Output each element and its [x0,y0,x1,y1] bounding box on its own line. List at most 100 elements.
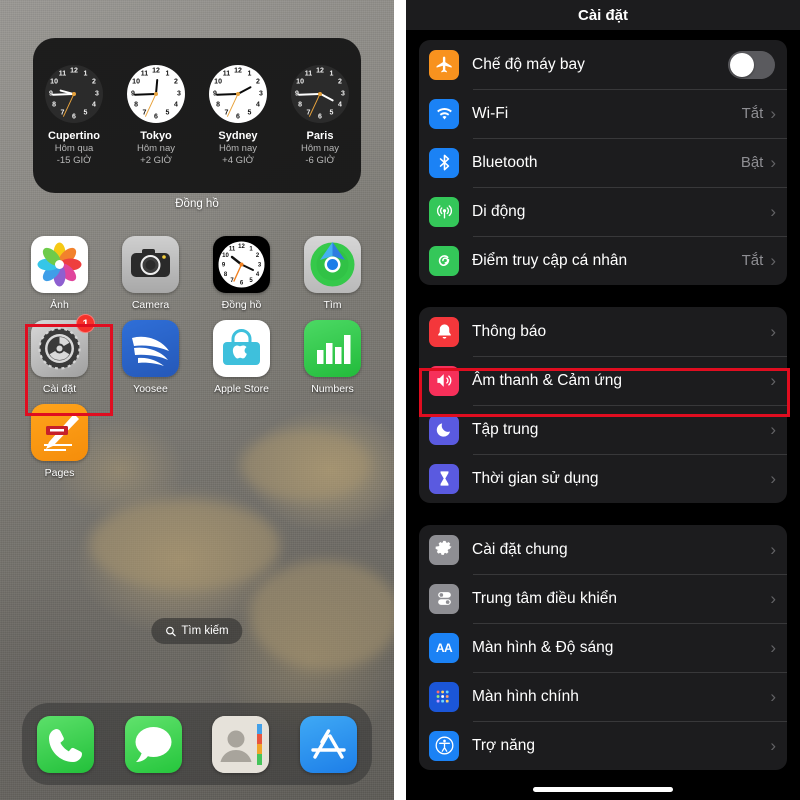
clock-numeral: 8 [134,101,139,109]
dock [22,703,372,785]
app-label: Numbers [311,383,354,395]
settings-group-general: Cài đặt chung › Trung tâm điều khiển › A… [419,525,787,770]
app-label: Yoosee [133,383,168,395]
moon-icon [429,414,459,445]
hotspot-icon [429,245,459,276]
settings-row-value: Bật [740,154,764,171]
cellular-icon [429,196,459,227]
app-yoosee[interactable]: Yoosee [105,312,196,396]
clock-numeral: 5 [83,109,88,117]
panel-divider [394,0,406,800]
wallpaper-deer-shape [250,560,394,670]
clock-numeral: 11 [222,70,231,78]
clock-numeral: 10 [214,78,222,86]
chevron-right-icon: › [770,420,776,439]
settings-row-label: Bluetooth [472,153,538,171]
ios-settings-screen: Cài đặt Chế độ máy bay Wi-Fi Tắt › Bluet… [406,0,800,800]
clock-numeral: 2 [173,78,178,86]
settings-row-airplane-mode[interactable]: Chế độ máy bay [419,40,787,89]
settings-row-notifications[interactable]: Thông báo › [419,307,787,356]
clock-numeral: 10 [296,78,304,86]
clock-city: Sydney [218,129,258,142]
chevron-right-icon: › [770,540,776,559]
clock-numeral: 6 [154,113,158,120]
app-label: Ảnh [50,299,69,311]
app-store-icon[interactable] [299,715,357,773]
app-camera[interactable]: Camera [105,228,196,312]
settings-row-wifi[interactable]: Wi-Fi Tắt › [419,89,787,138]
clock-numeral: 5 [165,109,170,117]
chevron-right-icon: › [770,153,776,172]
settings-row-cellular[interactable]: Di động › [419,187,787,236]
widget-label: Đồng hồ [175,198,219,210]
bell-icon [429,316,459,347]
clock-offset: +4 GIỜ [222,154,254,166]
accessibility-icon [429,730,459,761]
messages-icon[interactable] [124,715,182,773]
airplane-mode-toggle[interactable] [728,50,775,79]
contacts-icon[interactable] [212,715,270,773]
home-indicator[interactable] [533,787,673,792]
chevron-right-icon: › [770,687,776,706]
app-numbers[interactable]: Numbers [287,312,378,396]
clock-day: Hôm nay [136,142,175,154]
settings-row-label: Chế độ máy bay [472,55,585,73]
settings-nav-bar: Cài đặt [406,0,800,30]
wifi-icon [429,98,459,129]
settings-row-accessibility[interactable]: Trợ năng › [419,721,787,770]
clock-face: 12 1 2 3 4 5 6 7 8 9 10 11 [209,64,267,123]
clock-face: 12 1 2 3 4 5 6 7 8 9 10 11 [127,64,185,123]
settings-row-control-center[interactable]: Trung tâm điều khiển › [419,574,787,623]
settings-row-bluetooth[interactable]: Bluetooth Bật › [419,138,787,187]
world-clock-widget[interactable]: 12 1 2 3 4 5 6 7 8 9 10 11 Cupertino Hôm qua -15 GI… [33,38,361,193]
clock-hand-min [133,92,157,96]
clock-numeral: 11 [140,70,149,78]
clock-city: Paris [306,129,334,142]
search-icon [166,626,176,636]
search-pill[interactable]: Tìm kiếm [151,618,243,644]
clock-numeral: 2 [91,78,96,86]
page-title: Cài đặt [577,6,628,24]
clock-numeral: 3 [95,90,99,97]
clock-numeral: 5 [329,109,334,117]
settings-row-label: Màn hình & Độ sáng [472,638,614,656]
clock-center-pin [318,91,322,96]
iphone-home-screen: 12 1 2 3 4 5 6 7 8 9 10 11 Cupertino Hôm qua -15 GI… [0,0,394,800]
settings-row-display-brightness[interactable]: AA Màn hình & Độ sáng › [419,623,787,672]
numbers-icon [304,320,361,377]
svg-text:11: 11 [229,247,236,253]
clock-numeral: 8 [52,101,57,109]
settings-row-personal-hotspot[interactable]: Điểm truy cập cá nhân Tắt › [419,236,787,285]
settings-row-value: Tắt [741,252,764,269]
settings-row-general[interactable]: Cài đặt chung › [419,525,787,574]
settings-row-home-screen[interactable]: Màn hình chính › [419,672,787,721]
settings-row-screen-time[interactable]: Thời gian sử dụng › [419,454,787,503]
clock-numeral: 2 [255,78,260,86]
clock-cell: 12 1 2 3 4 5 6 7 8 9 10 11 Tokyo Hôm nay +2 GIỜ [118,64,194,167]
app-tim[interactable]: Tìm [287,228,378,312]
hourglass-icon [429,463,459,494]
clock-cell: 12 1 2 3 4 5 6 7 8 9 10 11 Sydney Hôm nay +4 GIỜ [200,64,276,167]
clock-numeral: 10 [132,78,140,86]
clock-numeral: 12 [234,67,242,74]
app-label: Đồng hồ [221,299,262,311]
clock-numeral: 3 [341,90,345,97]
phone-icon[interactable] [37,715,95,773]
chevron-right-icon: › [770,469,776,488]
app-anh[interactable]: Ảnh [14,228,105,312]
clock-numeral: 8 [216,101,221,109]
clock-offset: -6 GIỜ [305,154,335,166]
clock-icon: 12 1 23 45 67 89 10 11 [213,236,270,293]
clock-numeral: 5 [247,109,252,117]
clock-numeral: 6 [236,113,240,120]
clock-cell: 12 1 2 3 4 5 6 7 8 9 10 11 Cupertino Hôm qua -15 GI… [36,64,112,167]
app-apple-store[interactable]: Apple Store [196,312,287,396]
app-dong-ho[interactable]: 12 1 23 45 67 89 10 11 Đồng hồ [196,228,287,312]
clock-numeral: 12 [316,67,324,74]
clock-numeral: 3 [177,90,181,97]
chevron-right-icon: › [770,104,776,123]
clock-numeral: 4 [173,101,178,109]
wallpaper-deer-shape [90,500,280,590]
settings-group-connectivity: Chế độ máy bay Wi-Fi Tắt › Bluetooth Bật… [419,40,787,285]
clock-numeral: 3 [259,90,263,97]
